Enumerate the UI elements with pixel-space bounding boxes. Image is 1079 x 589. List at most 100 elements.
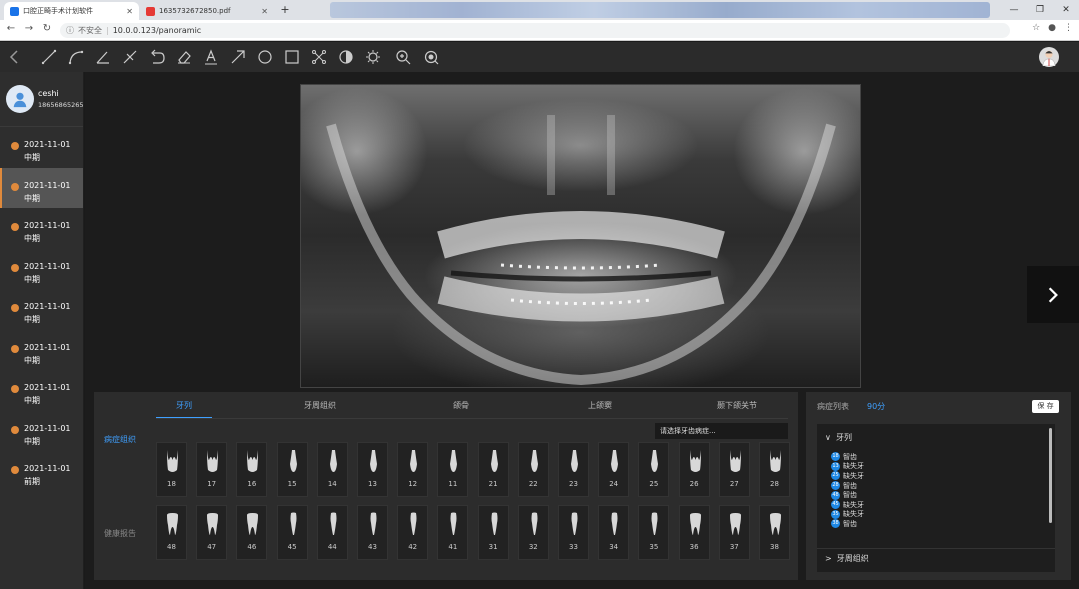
tooth-cell[interactable]: 47 xyxy=(196,505,228,560)
url-field[interactable]: ⓘ 不安全 | 10.0.0.123/panoramic xyxy=(60,23,1010,38)
record-item[interactable]: 2021-11-01 中期 xyxy=(0,411,83,452)
zoom-in-icon[interactable] xyxy=(394,48,412,66)
menu-dots-icon[interactable]: ⋮ xyxy=(1064,23,1073,33)
browser-tab[interactable]: 口腔正畸手术计划软件 ✕ xyxy=(4,2,139,20)
record-item[interactable]: 2021-11-01 中期 xyxy=(0,370,83,411)
finding-item[interactable]: 13 缺失牙 xyxy=(831,461,1031,472)
doctor-avatar[interactable] xyxy=(1039,47,1059,67)
magnifier-icon[interactable] xyxy=(422,48,440,66)
finding-item[interactable]: 18 智齿 xyxy=(831,452,1031,462)
crop-tool-icon[interactable] xyxy=(310,48,328,66)
close-tab-icon[interactable]: ✕ xyxy=(261,7,268,16)
tab-jawbone[interactable]: 颌骨 xyxy=(453,400,469,411)
tooth-cell[interactable]: 44 xyxy=(316,505,348,560)
tooth-cell[interactable]: 13 xyxy=(357,442,388,497)
tooth-cell[interactable]: 24 xyxy=(598,442,630,497)
tooth-cell[interactable]: 33 xyxy=(558,505,589,560)
tooth-cell[interactable]: 31 xyxy=(477,505,509,560)
tooth-cell[interactable]: 23 xyxy=(558,442,589,497)
tooth-cell[interactable]: 16 xyxy=(236,442,268,497)
close-tab-icon[interactable]: ✕ xyxy=(126,7,133,16)
info-icon[interactable]: ⓘ xyxy=(66,25,74,36)
tooth-icon xyxy=(729,513,741,535)
finding-item[interactable]: 28 智齿 xyxy=(831,481,1031,491)
text-tool-icon[interactable] xyxy=(202,48,220,66)
tooth-cell[interactable]: 34 xyxy=(598,505,630,560)
back-icon[interactable]: ← xyxy=(4,23,18,34)
tooth-cell[interactable]: 12 xyxy=(397,442,429,497)
tooth-icon xyxy=(410,512,417,535)
section-header[interactable]: ∨ 牙列 xyxy=(825,432,852,443)
tooth-cell[interactable]: 26 xyxy=(678,442,710,497)
tooth-cell[interactable]: 27 xyxy=(718,442,750,497)
tooth-cell[interactable]: 28 xyxy=(759,442,790,497)
record-item[interactable]: 2021-11-01 中期 xyxy=(0,208,83,249)
finding-item[interactable]: 35 缺失牙 xyxy=(831,509,1031,520)
tooth-cell[interactable]: 43 xyxy=(357,505,388,560)
tooth-cell[interactable]: 18 xyxy=(156,442,187,497)
tooth-cell[interactable]: 15 xyxy=(276,442,308,497)
record-item-selected[interactable]: 2021-11-01 中期 xyxy=(0,167,83,208)
tooth-cell[interactable]: 22 xyxy=(517,442,549,497)
profile-icon[interactable]: ● xyxy=(1048,23,1056,33)
circle-tool-icon[interactable] xyxy=(256,48,274,66)
minimize-button[interactable]: — xyxy=(1001,0,1027,20)
tooth-cell[interactable]: 25 xyxy=(638,442,670,497)
tooth-cell[interactable]: 17 xyxy=(196,442,228,497)
finding-item[interactable]: 38 智齿 xyxy=(831,519,1031,529)
forward-icon[interactable]: → xyxy=(22,23,36,34)
cross-line-icon[interactable] xyxy=(121,48,139,66)
browser-tab[interactable]: 1635732672850.pdf ✕ xyxy=(140,2,274,20)
line-icon[interactable] xyxy=(40,48,58,66)
brightness-icon[interactable] xyxy=(364,48,382,66)
new-tab-button[interactable]: + xyxy=(278,3,292,17)
maximize-button[interactable]: ❐ xyxy=(1027,0,1053,20)
tab-maxillary-sinus[interactable]: 上颌窦 xyxy=(588,400,612,411)
tooth-cell[interactable]: 45 xyxy=(276,505,308,560)
bookmark-star-icon[interactable]: ☆ xyxy=(1032,23,1040,33)
reload-icon[interactable]: ↻ xyxy=(40,23,54,34)
section-title: 牙列 xyxy=(835,433,852,442)
record-item[interactable]: 2021-11-01 中期 xyxy=(0,127,83,168)
contrast-icon[interactable] xyxy=(337,48,355,66)
tooth-cell[interactable]: 35 xyxy=(638,505,670,560)
tooth-cell[interactable]: 38 xyxy=(759,505,790,560)
arrow-tool-icon[interactable] xyxy=(229,48,247,66)
tooth-cell[interactable]: 32 xyxy=(517,505,549,560)
save-button[interactable]: 保 存 xyxy=(1032,400,1059,413)
scrollbar[interactable] xyxy=(1049,428,1052,523)
tooth-cell[interactable]: 11 xyxy=(437,442,469,497)
tooth-cell[interactable]: 36 xyxy=(678,505,710,560)
next-image-button[interactable] xyxy=(1027,266,1079,323)
eraser-icon[interactable] xyxy=(175,48,193,66)
tooth-cell[interactable]: 14 xyxy=(316,442,348,497)
disease-label[interactable]: 病症组织 xyxy=(104,434,136,445)
periodontal-section[interactable]: > 牙周组织 xyxy=(817,548,1055,566)
tooth-cell[interactable]: 37 xyxy=(718,505,750,560)
tooth-cell[interactable]: 21 xyxy=(477,442,509,497)
record-item[interactable]: 2021-11-01 前期 xyxy=(0,451,83,492)
record-item[interactable]: 2021-11-01 中期 xyxy=(0,330,83,371)
angle-icon[interactable] xyxy=(94,48,112,66)
record-item[interactable]: 2021-11-01 中期 xyxy=(0,249,83,290)
finding-item[interactable]: 25 缺失牙 xyxy=(831,471,1031,481)
tab-periodontal[interactable]: 牙周组织 xyxy=(304,400,336,411)
tooth-cell[interactable]: 48 xyxy=(156,505,187,560)
curve-icon[interactable] xyxy=(67,48,85,66)
close-window-button[interactable]: ✕ xyxy=(1053,0,1079,20)
rectangle-tool-icon[interactable] xyxy=(283,48,301,66)
tooth-cell[interactable]: 42 xyxy=(397,505,429,560)
tooth-cell[interactable]: 41 xyxy=(437,505,469,560)
tab-dentition[interactable]: 牙列 xyxy=(176,400,192,411)
finding-item[interactable]: 48 智齿 xyxy=(831,490,1031,500)
panoramic-xray-image[interactable] xyxy=(300,84,861,388)
back-arrow-icon[interactable] xyxy=(6,48,24,66)
tooth-cell[interactable]: 46 xyxy=(236,505,268,560)
user-card: ceshi 18656865265 xyxy=(0,72,84,127)
healthy-report-label[interactable]: 健康报告 xyxy=(104,528,136,539)
record-item[interactable]: 2021-11-01 中期 xyxy=(0,289,83,330)
undo-icon[interactable] xyxy=(148,48,166,66)
tab-tmj[interactable]: 颞下颌关节 xyxy=(717,400,757,411)
finding-label: 缺失牙 xyxy=(843,500,864,509)
finding-item[interactable]: 45 缺失牙 xyxy=(831,500,1031,510)
